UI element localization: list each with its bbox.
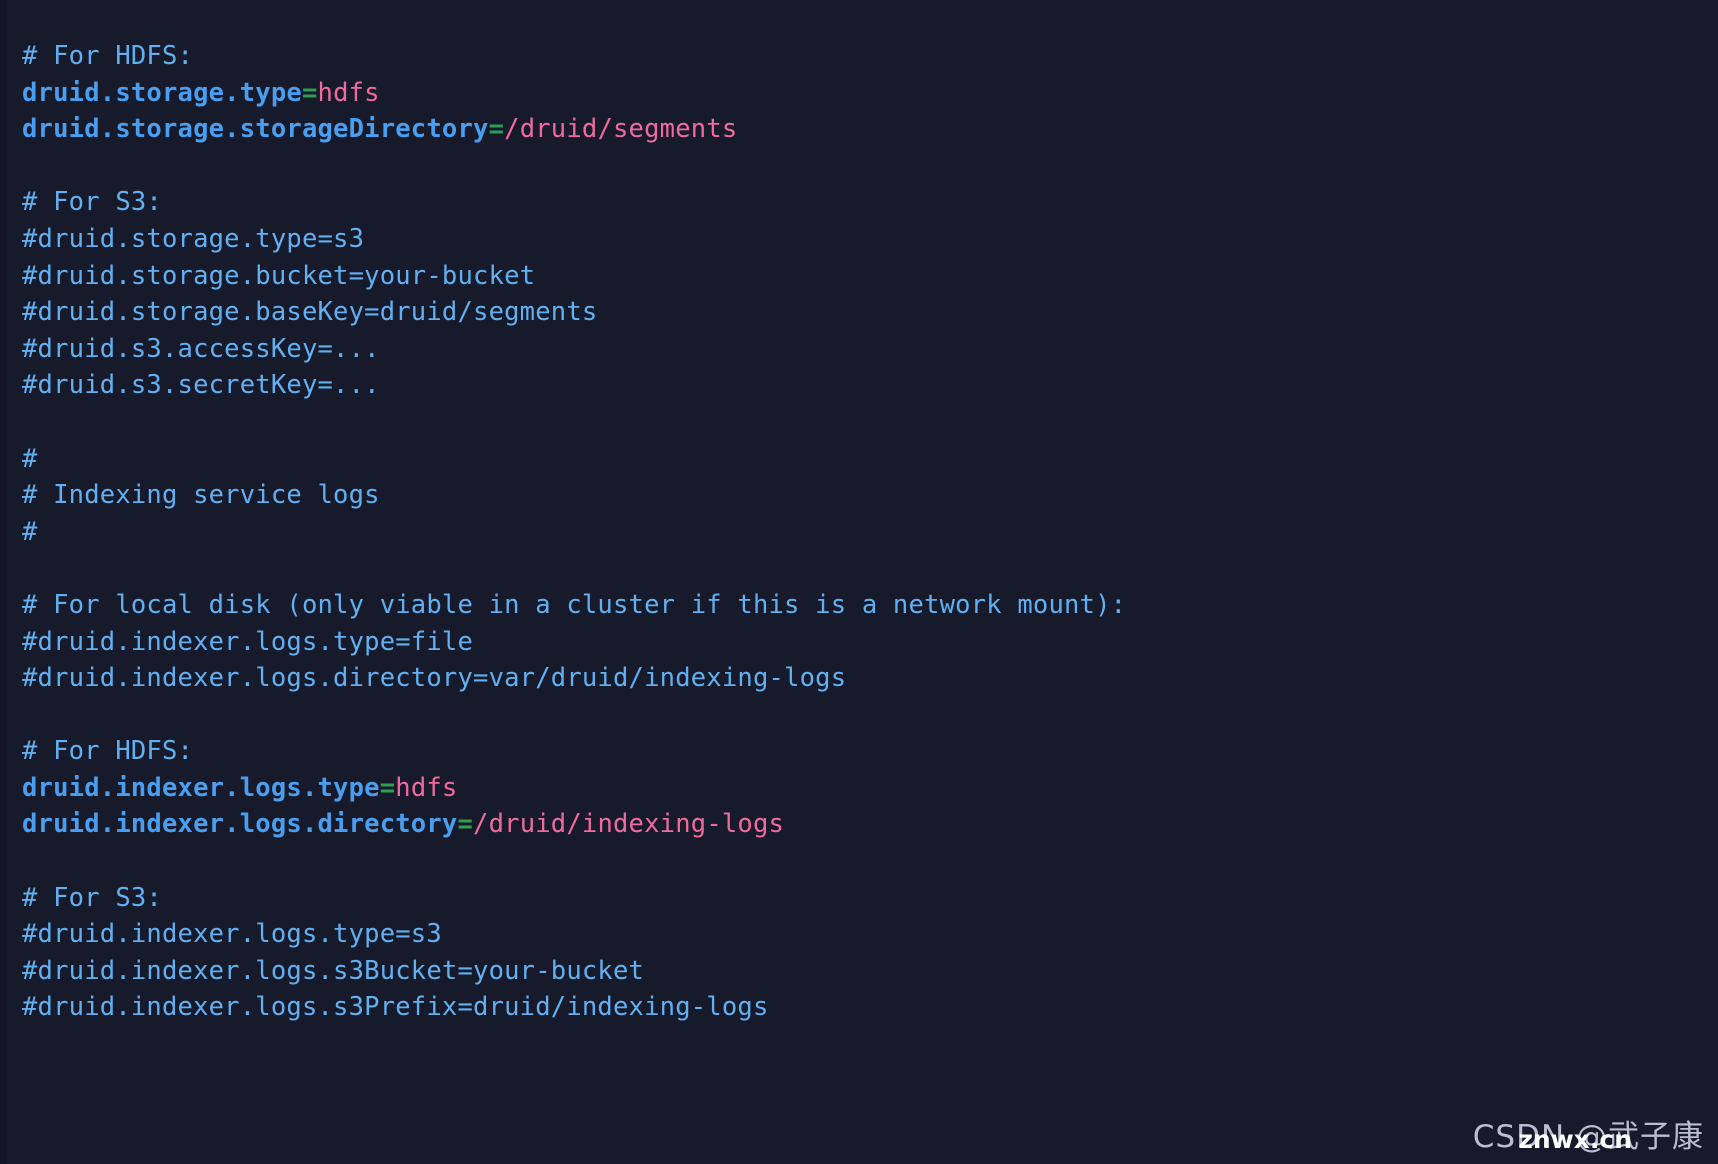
comment-text: #: [22, 443, 38, 474]
code-line: #druid.indexer.logs.s3Bucket=your-bucket: [22, 953, 1702, 990]
comment-text: #druid.storage.type=s3: [22, 223, 365, 254]
comment-text: #druid.indexer.logs.directory=var/druid/…: [22, 663, 847, 694]
property-key: druid.indexer.logs.directory: [22, 809, 458, 840]
code-line: #: [22, 514, 1702, 551]
code-line: #druid.s3.accessKey=...: [22, 331, 1702, 368]
property-equals: =: [379, 772, 396, 803]
code-snippet-surface: # For HDFS: druid.storage.type=hdfs druid.…: [0, 0, 1718, 1164]
code-line: druid.storage.type=hdfs: [22, 75, 1702, 112]
property-value: hdfs: [317, 77, 380, 108]
comment-text: #druid.s3.secretKey=...: [22, 370, 380, 401]
comment-text: #druid.storage.baseKey=druid/segments: [22, 297, 598, 328]
code-line: #druid.storage.baseKey=druid/segments: [22, 294, 1702, 331]
code-line: #druid.storage.type=s3: [22, 221, 1702, 258]
comment-text: #druid.indexer.logs.type=s3: [22, 919, 442, 950]
property-value: hdfs: [395, 772, 458, 803]
code-lines-container[interactable]: # For HDFS: druid.storage.type=hdfs druid.…: [22, 38, 1702, 1026]
comment-text: #druid.indexer.logs.type=file: [22, 626, 474, 657]
code-line: #druid.indexer.logs.type=file: [22, 624, 1702, 661]
property-equals: =: [301, 77, 318, 108]
code-line: # For S3:: [22, 184, 1702, 221]
property-key: druid.indexer.logs.type: [22, 772, 380, 803]
code-line: # For S3:: [22, 880, 1702, 917]
code-line: # Indexing service logs: [22, 477, 1702, 514]
code-line: druid.indexer.logs.directory=/druid/inde…: [22, 806, 1702, 843]
left-edge-strip: [0, 0, 7, 1164]
property-key: druid.storage.type: [22, 77, 302, 108]
comment-text: #: [22, 516, 38, 547]
code-line: # For HDFS:: [22, 733, 1702, 770]
code-line: druid.storage.storageDirectory=/druid/se…: [22, 111, 1702, 148]
code-line: #: [22, 441, 1702, 478]
property-value: /druid/segments: [504, 114, 738, 145]
property-key: druid.storage.storageDirectory: [22, 114, 489, 145]
comment-text: # For S3:: [22, 882, 162, 913]
property-value: /druid/indexing-logs: [473, 809, 785, 840]
code-line: # For local disk (only viable in a clust…: [22, 587, 1702, 624]
code-line: druid.indexer.logs.type=hdfs: [22, 770, 1702, 807]
code-line: #druid.storage.bucket=your-bucket: [22, 258, 1702, 295]
comment-text: #druid.indexer.logs.s3Bucket=your-bucket: [22, 955, 645, 986]
code-line: # For HDFS:: [22, 38, 1702, 75]
code-line: #druid.indexer.logs.s3Prefix=druid/index…: [22, 989, 1702, 1026]
comment-text: # For S3:: [22, 187, 162, 218]
comment-text: # For HDFS:: [22, 736, 194, 767]
code-line: #druid.s3.secretKey=...: [22, 367, 1702, 404]
property-equals: =: [457, 809, 474, 840]
watermark-site-overlay: znwx.cn: [1518, 1125, 1632, 1154]
code-line: #druid.indexer.logs.type=s3: [22, 916, 1702, 953]
comment-text: #druid.storage.bucket=your-bucket: [22, 260, 536, 291]
comment-text: # For HDFS:: [22, 41, 194, 71]
property-equals: =: [488, 114, 505, 145]
comment-text: #druid.s3.accessKey=...: [22, 333, 380, 364]
comment-text: #druid.indexer.logs.s3Prefix=druid/index…: [22, 992, 769, 1023]
code-line: #druid.indexer.logs.directory=var/druid/…: [22, 660, 1702, 697]
comment-text: # Indexing service logs: [22, 480, 380, 511]
comment-text: # For local disk (only viable in a clust…: [22, 589, 1127, 620]
